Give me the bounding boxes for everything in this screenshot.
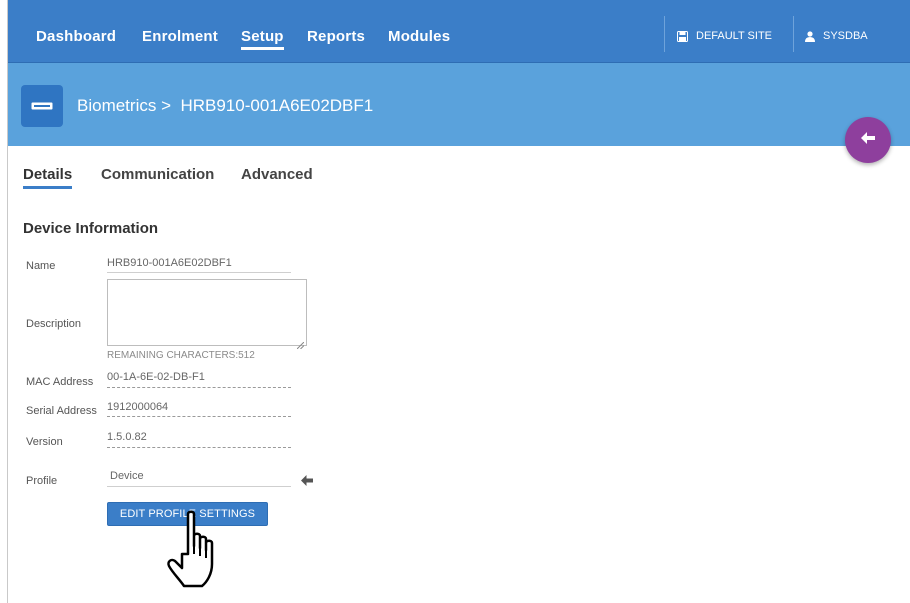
nav-divider xyxy=(664,16,665,52)
app-window: Dashboard Enrolment Setup Reports Module… xyxy=(7,0,910,603)
user-menu[interactable]: SYSDBA xyxy=(805,30,868,42)
section-title: Device Information xyxy=(23,220,159,237)
profile-label: Profile xyxy=(26,475,58,487)
description-label: Description xyxy=(26,318,82,330)
top-nav: Dashboard Enrolment Setup Reports Module… xyxy=(8,0,910,63)
save-icon xyxy=(677,30,688,42)
remaining-characters: REMAINING CHARACTERS:512 xyxy=(107,350,255,361)
device-icon xyxy=(21,85,63,127)
nav-enrolment[interactable]: Enrolment xyxy=(142,28,218,45)
site-label: DEFAULT SITE xyxy=(696,30,773,42)
resize-grip-icon[interactable] xyxy=(296,336,305,350)
nav-reports[interactable]: Reports xyxy=(307,28,365,45)
serial-label: Serial Address xyxy=(26,405,97,417)
nav-dashboard[interactable]: Dashboard xyxy=(36,28,116,45)
tab-details[interactable]: Details xyxy=(23,166,73,189)
tab-communication[interactable]: Communication xyxy=(101,166,214,183)
version-field: 1.5.0.82 xyxy=(107,431,291,448)
back-button[interactable] xyxy=(845,117,891,163)
nav-divider xyxy=(793,16,794,52)
arrow-left-icon xyxy=(861,131,875,149)
user-label: SYSDBA xyxy=(823,30,868,42)
name-label: Name xyxy=(26,260,56,272)
breadcrumb: Biometrics > HRB910-001A6E02DBF1 xyxy=(77,96,374,115)
mac-label: MAC Address xyxy=(26,376,94,388)
description-textarea[interactable] xyxy=(107,279,307,350)
site-selector[interactable]: DEFAULT SITE xyxy=(677,30,772,42)
nav-setup[interactable]: Setup xyxy=(241,28,284,50)
version-label: Version xyxy=(26,436,63,448)
serial-field: 1912000064 xyxy=(107,401,291,417)
arrow-left-icon[interactable] xyxy=(301,473,313,491)
page-header: Biometrics > HRB910-001A6E02DBF1 xyxy=(8,63,910,163)
hand-pointer-icon xyxy=(166,510,230,595)
user-icon xyxy=(805,30,815,42)
nav-modules[interactable]: Modules xyxy=(388,28,450,45)
name-field[interactable]: HRB910-001A6E02DBF1 xyxy=(107,257,291,273)
profile-select[interactable]: Device xyxy=(107,470,291,487)
tab-advanced[interactable]: Advanced xyxy=(241,166,313,183)
mac-field: 00-1A-6E-02-DB-F1 xyxy=(107,371,291,388)
